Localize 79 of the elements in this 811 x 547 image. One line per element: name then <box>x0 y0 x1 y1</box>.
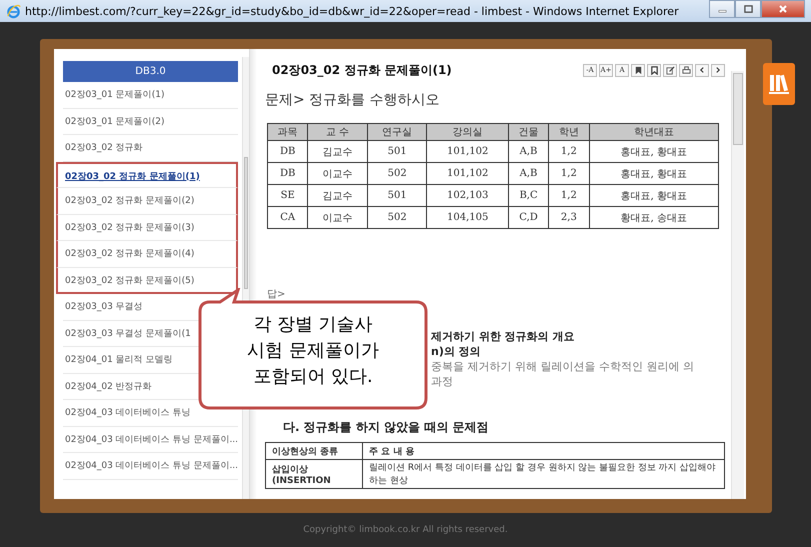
table-cell: 김교수 <box>308 140 368 162</box>
table-header: 연구실 <box>367 124 427 140</box>
table-cell: 502 <box>367 206 427 228</box>
bookmark-outline-button[interactable] <box>647 64 661 76</box>
close-button[interactable] <box>761 0 805 18</box>
close-icon <box>778 4 788 14</box>
table-cell: 홍대표, 황대표 <box>589 162 718 184</box>
table-cell: 501 <box>367 140 427 162</box>
table-cell: 104,105 <box>426 206 508 228</box>
sidebar-item[interactable]: 02장03_02 정규화 <box>63 135 238 162</box>
table-cell: 501 <box>367 184 427 206</box>
table-cell: 1,2 <box>548 162 590 184</box>
sidebar-item[interactable]: 02장03_02 정규화 문제풀이(1) <box>56 162 238 188</box>
prev-button[interactable] <box>695 64 709 76</box>
table-cell: 황대표, 송대표 <box>589 206 718 228</box>
table-cell: DB <box>268 162 308 184</box>
sidebar-item[interactable]: 02장03_02 정규화 문제풀이(3) <box>56 214 238 241</box>
scrollbar[interactable] <box>731 71 744 499</box>
table-header: 학년 <box>548 124 590 140</box>
copyright-text: Copyright© limbook.co.kr All rights reserved. <box>302 525 509 535</box>
table-header: 주 요 내 용 <box>362 442 724 460</box>
edit-button[interactable] <box>663 64 677 76</box>
print-icon <box>682 66 690 74</box>
sidebar-item[interactable]: 02장03_01 문제풀이(1) <box>63 82 238 108</box>
section-heading: 다. 정규화를 하지 않았을 때의 문제점 <box>283 419 490 436</box>
bookmark-icon <box>634 66 642 74</box>
table-cell: CA <box>268 206 308 228</box>
table-cell: 삽입이상 (INSERTION <box>266 460 362 488</box>
sidebar-item[interactable]: 02장03_02 정규화 문제풀이(4) <box>56 241 238 268</box>
sidebar-item[interactable]: 02장03_02 정규화 문제풀이(2) <box>56 188 238 214</box>
table-header: 건물 <box>508 124 549 140</box>
edit-icon <box>666 66 674 74</box>
table-cell: 홍대표, 황대표 <box>589 140 718 162</box>
table-header: 교 수 <box>308 124 368 140</box>
maximize-icon <box>744 4 752 14</box>
table-cell: 502 <box>367 162 427 184</box>
question-text: 문제> 정규화를 수행하시오 <box>265 91 441 109</box>
callout-text: 각 장별 기술사 시험 문제풀이가 포함되어 있다. <box>247 313 379 389</box>
table-cell: 1,2 <box>548 140 590 162</box>
table-header: 과목 <box>268 124 308 140</box>
article-title: 02장03_02 정규화 문제풀이(1) <box>272 62 452 78</box>
sidebar-item[interactable]: 02장04_03 데이터베이스 튜닝 문제풀이... <box>63 453 238 480</box>
table-cell: C,D <box>508 206 549 228</box>
bookmark-button[interactable] <box>631 64 645 76</box>
sidebar-item[interactable]: 02장03_01 문제풀이(2) <box>63 108 238 135</box>
window-title: http://limbest.com/?curr_key=22&gr_id=study&bo_id=db&wr_id=22&oper=read - limbest - Windows Internet Explorer <box>25 4 680 18</box>
table-cell: 김교수 <box>308 184 368 206</box>
body-text: 과정 <box>431 374 454 389</box>
table-header: 강의실 <box>426 124 508 140</box>
chevron-right-icon <box>714 66 722 74</box>
table-cell: A,B <box>508 140 549 162</box>
bookmark-outline-icon <box>650 66 658 74</box>
table-cell: B,C <box>508 184 549 206</box>
table-cell: 1,2 <box>548 184 590 206</box>
table-cell: 이교수 <box>308 162 368 184</box>
table-header: 학년대표 <box>589 124 718 140</box>
body-text: 제거하기 위한 정규화의 개요 <box>431 329 576 344</box>
sidebar-heading: DB3.0 <box>63 61 238 82</box>
print-button[interactable] <box>679 64 693 76</box>
table-cell: A,B <box>508 162 549 184</box>
table-cell: 홍대표, 황대표 <box>589 184 718 206</box>
chevron-left-icon <box>698 66 706 74</box>
table-cell: SE <box>268 184 308 206</box>
bookshelf-icon[interactable] <box>763 63 795 105</box>
table-cell: 릴레이션 R에서 특정 데이터를 삽입 할 경우 원하지 않는 불필요한 정보 까지 삽입해야 하는 현상 <box>362 460 724 488</box>
browser-logo-icon <box>6 4 21 18</box>
answer-label: 답> <box>267 288 286 301</box>
maximize-button[interactable] <box>735 0 761 18</box>
table-cell: 2,3 <box>548 206 590 228</box>
body-text: n)의 정의 <box>431 344 482 359</box>
table-cell: 102,103 <box>426 184 508 206</box>
next-button[interactable] <box>711 64 725 76</box>
table-cell: 이교수 <box>308 206 368 228</box>
table-header: 이상현상의 종류 <box>266 442 362 460</box>
table-cell: 101,102 <box>426 162 508 184</box>
body-text: 중복을 제거하기 위해 릴레이션을 수학적인 원리에 의 <box>431 359 695 374</box>
table-cell: 101,102 <box>426 140 508 162</box>
sidebar-item[interactable]: 02장04_03 데이터베이스 튜닝 문제풀이... <box>63 426 238 453</box>
table-cell: DB <box>268 140 308 162</box>
